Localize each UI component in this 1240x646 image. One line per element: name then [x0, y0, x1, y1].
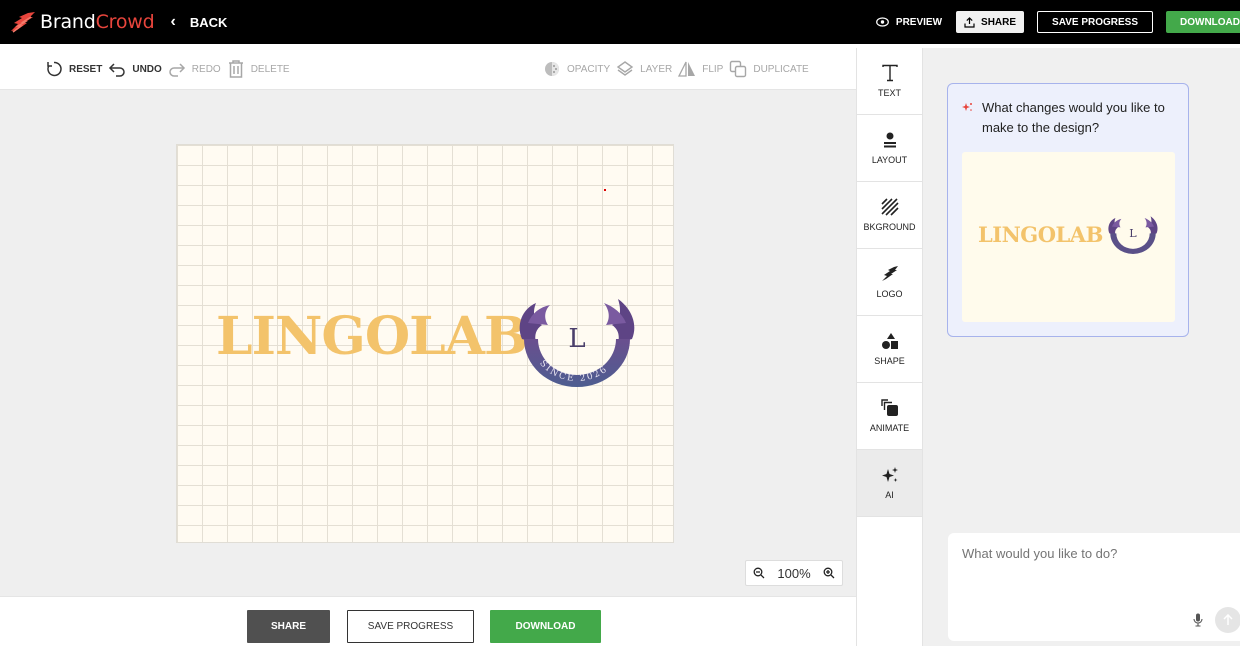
reset-label: RESET	[69, 63, 103, 75]
redo-icon	[169, 63, 185, 77]
ai-question-text: What changes would you like to make to t…	[982, 100, 1165, 135]
brand-bird-icon	[11, 12, 35, 33]
tool-text-label: TEXT	[877, 88, 901, 98]
trash-icon	[228, 60, 243, 78]
flip-button[interactable]: FLIP	[678, 60, 723, 78]
eye-icon	[876, 17, 889, 27]
bottom-action-bar: SHARE SAVE PROGRESS DOWNLOAD	[0, 596, 856, 646]
preview-label: PREVIEW	[895, 16, 943, 28]
design-preview-thumbnail[interactable]: LINGOLAB L	[962, 152, 1175, 322]
design-artboard[interactable]: LINGOLAB SINCE 2026 L	[176, 144, 674, 543]
undo-button[interactable]: UNDO	[108, 60, 162, 78]
back-label: BACK	[189, 14, 228, 30]
download-button-top[interactable]: DOWNLOAD	[1166, 11, 1240, 33]
emblem-letter: L	[568, 324, 585, 354]
ai-prompt-input[interactable]	[962, 546, 1222, 561]
animate-icon	[880, 399, 898, 416]
ai-sparkle-icon	[962, 103, 972, 111]
duplicate-icon	[730, 60, 747, 78]
tool-logo[interactable]: LOGO	[857, 249, 922, 316]
edit-toolbar: RESET UNDO REDO DELETE OPACITY LAYER FLI…	[0, 48, 856, 90]
thumbnail-emblem-letter: L	[1129, 227, 1137, 240]
tool-background[interactable]: BKGROUND	[857, 182, 922, 249]
emblem-graphic[interactable]: SINCE 2026 L	[514, 295, 640, 395]
share-button[interactable]: SHARE	[247, 610, 330, 643]
editor-tools-column: TEXT LAYOUT BKGROUND LOGO SHAPE ANIMATE …	[856, 48, 923, 646]
chevron-left-icon: ‹	[170, 13, 176, 30]
layer-label: LAYER	[640, 63, 673, 75]
text-icon	[881, 64, 898, 82]
zoom-level: 100%	[777, 565, 811, 581]
opacity-label: OPACITY	[567, 63, 611, 75]
ai-message-card: What changes would you like to make to t…	[947, 83, 1189, 337]
brand-name: BrandCrowd	[40, 11, 155, 33]
delete-label: DELETE	[250, 63, 290, 75]
tool-logo-label: LOGO	[876, 289, 903, 299]
tool-animate-label: ANIMATE	[869, 423, 910, 433]
tool-shape-label: SHAPE	[874, 356, 905, 366]
ai-prompt-box	[948, 533, 1240, 641]
save-progress-button[interactable]: SAVE PROGRESS	[347, 610, 474, 643]
tool-text[interactable]: TEXT	[857, 48, 922, 115]
save-label-top: SAVE PROGRESS	[1052, 16, 1138, 28]
zoom-control: 100%	[745, 560, 843, 586]
reset-icon	[47, 61, 62, 77]
undo-label: UNDO	[132, 63, 162, 75]
tool-layout-label: LAYOUT	[871, 155, 908, 165]
tool-layout[interactable]: LAYOUT	[857, 115, 922, 182]
undo-icon	[109, 63, 126, 77]
delete-button[interactable]: DELETE	[227, 60, 290, 78]
microphone-icon[interactable]	[1192, 613, 1204, 627]
download-label-top: DOWNLOAD	[1180, 16, 1240, 28]
zoom-out-icon[interactable]	[753, 567, 765, 579]
brandcrowd-logo[interactable]: BrandCrowd	[9, 0, 155, 44]
layout-icon	[883, 132, 896, 148]
layers-icon	[616, 61, 634, 76]
opacity-icon	[545, 62, 559, 76]
back-button[interactable]: ‹ BACK	[170, 13, 227, 31]
thumbnail-emblem-graphic: L	[1108, 216, 1158, 254]
save-progress-button-top[interactable]: SAVE PROGRESS	[1037, 11, 1153, 33]
flip-icon	[678, 61, 696, 77]
logo-text-element[interactable]: LINGOLAB	[216, 311, 528, 363]
tool-animate[interactable]: ANIMATE	[857, 383, 922, 450]
guide-marker	[604, 189, 606, 191]
canvas-workspace: LINGOLAB SINCE 2026 L 100%	[0, 90, 856, 596]
reset-button[interactable]: RESET	[45, 60, 102, 78]
upload-icon	[964, 16, 975, 28]
download-button[interactable]: DOWNLOAD	[490, 610, 601, 643]
redo-label: REDO	[191, 63, 221, 75]
ai-sparkle-icon	[881, 467, 898, 482]
redo-button[interactable]: REDO	[168, 60, 221, 78]
background-icon	[880, 198, 899, 216]
ai-assistant-panel: What changes would you like to make to t…	[923, 48, 1240, 646]
duplicate-label: DUPLICATE	[753, 63, 809, 75]
tool-background-label: BKGROUND	[863, 222, 916, 232]
tool-ai-label: AI	[885, 490, 894, 500]
arrow-up-icon	[1223, 614, 1233, 625]
duplicate-button[interactable]: DUPLICATE	[729, 60, 809, 78]
tool-shape[interactable]: SHAPE	[857, 316, 922, 383]
top-navbar: BrandCrowd ‹ BACK PREVIEW SHARE SAVE PRO…	[0, 0, 1240, 44]
logo-icon	[881, 266, 898, 281]
opacity-button[interactable]: OPACITY	[543, 60, 610, 78]
send-button[interactable]	[1215, 607, 1240, 633]
thumbnail-logo-text: LINGOLAB	[978, 222, 1103, 247]
share-button-top[interactable]: SHARE	[956, 11, 1025, 33]
shape-icon	[881, 333, 898, 349]
preview-button[interactable]: PREVIEW	[876, 17, 942, 28]
tool-ai[interactable]: AI	[857, 450, 922, 517]
share-label-top: SHARE	[981, 16, 1017, 28]
zoom-in-icon[interactable]	[823, 567, 835, 579]
layer-button[interactable]: LAYER	[616, 60, 672, 78]
flip-label: FLIP	[702, 63, 724, 75]
